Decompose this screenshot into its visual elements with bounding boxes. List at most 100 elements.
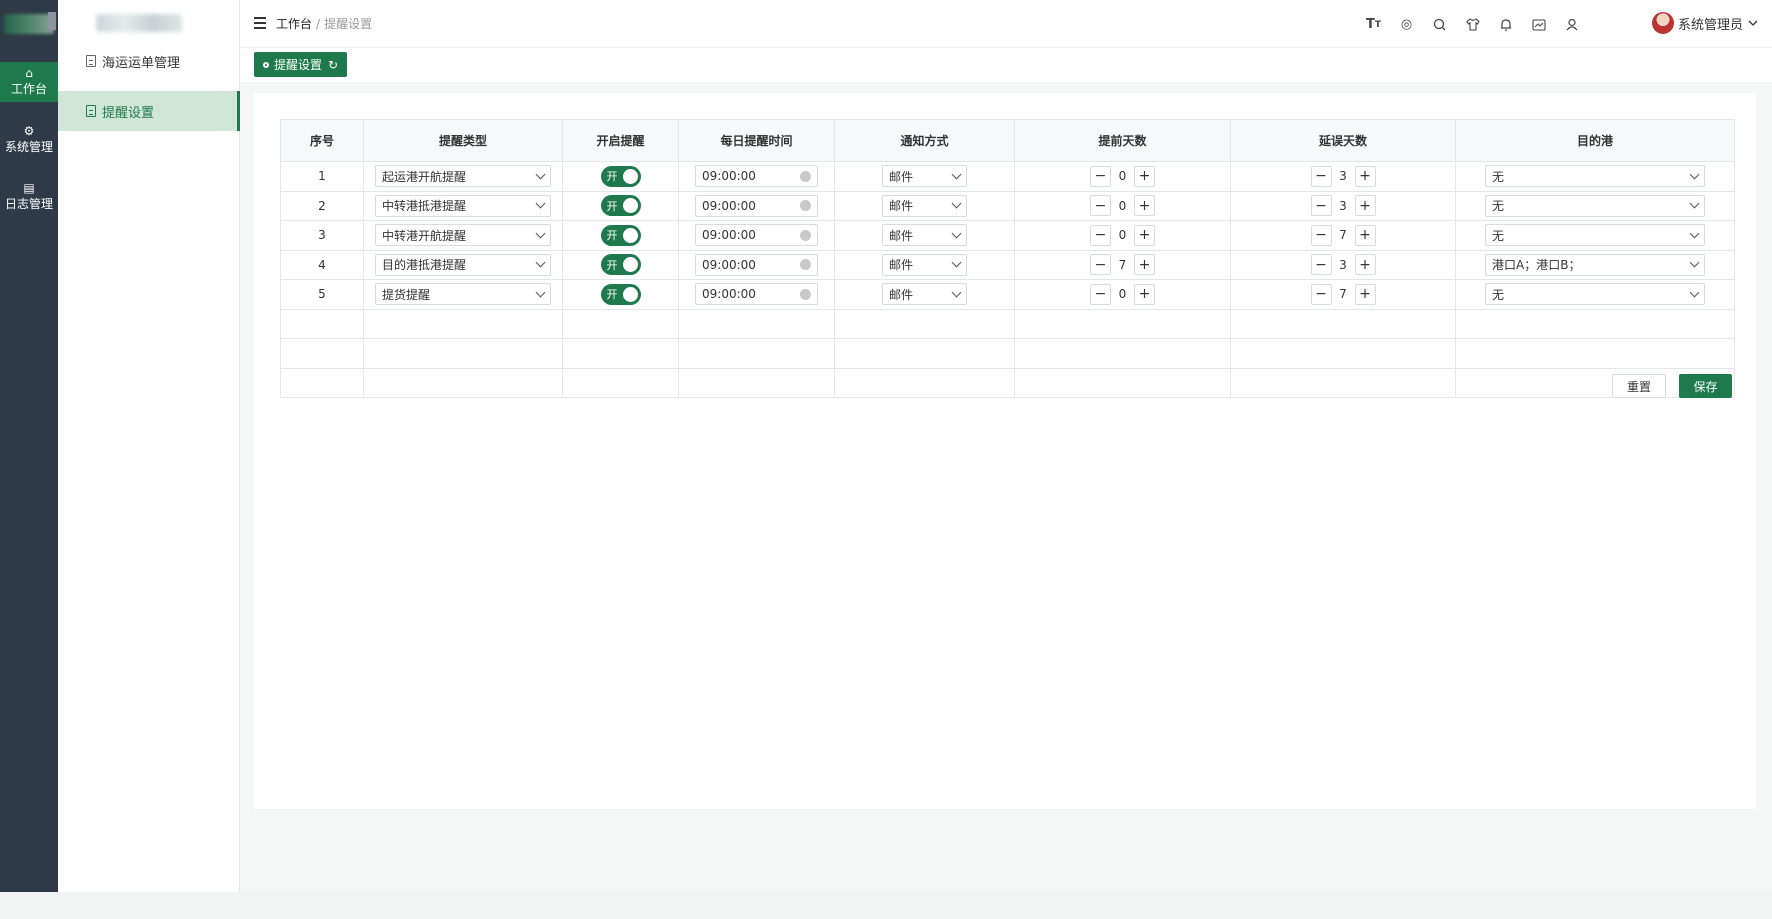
column-header: 每日提醒时间 xyxy=(678,119,835,162)
time-picker[interactable]: 09:00:00 xyxy=(695,283,818,306)
plus-button[interactable]: + xyxy=(1134,165,1155,187)
time-picker[interactable]: 09:00:00 xyxy=(695,194,818,217)
rail-item-system[interactable]: ⚙ 系统管理 xyxy=(0,120,58,160)
enable-toggle[interactable]: 开 xyxy=(600,254,641,276)
empty-cell xyxy=(280,367,364,398)
stepper-value[interactable]: 3 xyxy=(1332,258,1355,272)
minus-button[interactable]: − xyxy=(1090,165,1111,187)
refresh-icon[interactable]: ↻ xyxy=(328,58,338,72)
notify-method-select[interactable]: 邮件 xyxy=(882,194,967,217)
select-value: 邮件 xyxy=(889,199,914,214)
plus-button[interactable]: + xyxy=(1354,195,1376,217)
notify-method-select[interactable]: 邮件 xyxy=(882,224,967,247)
delay-cell: −3 + xyxy=(1230,190,1456,221)
destination-port-select[interactable]: 无 xyxy=(1485,283,1705,306)
destination-port-select[interactable]: 无 xyxy=(1485,165,1705,188)
user-menu[interactable]: 系统管理员 xyxy=(1651,12,1758,34)
minus-button[interactable]: − xyxy=(1090,224,1111,246)
chevron-down-icon xyxy=(951,228,962,239)
plus-button[interactable]: + xyxy=(1354,224,1376,246)
bell-icon[interactable] xyxy=(1495,14,1516,35)
stepper-value[interactable]: 3 xyxy=(1332,169,1355,183)
column-header: 通知方式 xyxy=(834,119,1015,162)
plus-button[interactable]: + xyxy=(1354,165,1376,187)
font-size-icon[interactable]: TT xyxy=(1363,14,1384,35)
minus-button[interactable]: − xyxy=(1310,195,1332,217)
stepper-value[interactable]: 0 xyxy=(1111,228,1134,242)
time-picker[interactable]: 09:00:00 xyxy=(695,253,818,276)
delay-days-stepper: −3 + xyxy=(1310,195,1376,217)
user-icon[interactable] xyxy=(1561,14,1582,35)
main-rail: ⌂ 工作台 ⚙ 系统管理 ▤ 日志管理 xyxy=(0,0,58,892)
destination-port-select[interactable]: 无 xyxy=(1485,224,1705,247)
enable-toggle[interactable]: 开 xyxy=(600,224,641,246)
save-button[interactable]: 保存 xyxy=(1679,374,1732,398)
minus-button[interactable]: − xyxy=(1310,224,1332,246)
select-value: 无 xyxy=(1492,228,1505,243)
minus-button[interactable]: − xyxy=(1090,254,1111,276)
shirt-icon[interactable] xyxy=(1462,14,1483,35)
enable-toggle[interactable]: 开 xyxy=(600,195,641,217)
stepper-value[interactable]: 0 xyxy=(1111,169,1134,183)
notify-method-select[interactable]: 邮件 xyxy=(882,253,967,276)
plus-button[interactable]: + xyxy=(1134,195,1155,217)
select-value: 邮件 xyxy=(889,258,914,273)
chevron-down-icon xyxy=(1689,169,1700,180)
chevron-down-icon xyxy=(535,228,546,239)
sidebar-item-bill-management[interactable]: 海运运单管理 xyxy=(58,41,240,81)
enable-toggle[interactable]: 开 xyxy=(600,283,641,305)
minus-button[interactable]: − xyxy=(1310,254,1332,276)
advance-days-stepper: −0 + xyxy=(1090,283,1155,305)
plus-button[interactable]: + xyxy=(1134,254,1155,276)
plus-button[interactable]: + xyxy=(1354,254,1376,276)
minus-button[interactable]: − xyxy=(1090,195,1111,217)
stepper-value[interactable]: 7 xyxy=(1111,258,1134,272)
stepper-value[interactable]: 0 xyxy=(1111,199,1134,213)
minus-button[interactable]: − xyxy=(1310,283,1332,305)
rail-item-workbench[interactable]: ⌂ 工作台 xyxy=(0,62,58,102)
target-icon[interactable]: ◎ xyxy=(1396,14,1417,35)
time-picker[interactable]: 09:00:00 xyxy=(695,165,818,188)
reminder-type-select[interactable]: 中转港抵港提醒 xyxy=(375,194,551,217)
chevron-down-icon xyxy=(1748,17,1758,30)
menu-toggle-icon[interactable] xyxy=(254,17,266,29)
notify-cell: 邮件 xyxy=(834,161,1015,192)
enable-toggle[interactable]: 开 xyxy=(600,165,641,187)
reminder-type-select[interactable]: 提货提醒 xyxy=(375,283,551,306)
notify-method-select[interactable]: 邮件 xyxy=(882,283,967,306)
plus-button[interactable]: + xyxy=(1134,224,1155,246)
reminder-type-cell: 中转港抵港提醒 xyxy=(363,190,563,221)
reminder-type-select[interactable]: 目的港抵港提醒 xyxy=(375,253,551,276)
destination-port-select[interactable]: 港口A；港口B； xyxy=(1485,253,1705,276)
enable-cell: 开 xyxy=(562,220,679,251)
stepper-value[interactable]: 3 xyxy=(1332,199,1355,213)
reminder-type-select[interactable]: 起运港开航提醒 xyxy=(375,165,551,188)
chevron-down-icon xyxy=(535,169,546,180)
time-picker[interactable]: 09:00:00 xyxy=(695,224,818,247)
reminder-type-select[interactable]: 中转港开航提醒 xyxy=(375,224,551,247)
toggle-label: 开 xyxy=(606,258,618,272)
stepper-value[interactable]: 0 xyxy=(1111,287,1134,301)
empty-cell xyxy=(1230,367,1456,398)
reset-button[interactable]: 重置 xyxy=(1612,374,1666,398)
plus-button[interactable]: + xyxy=(1134,283,1155,305)
stepper-value[interactable]: 7 xyxy=(1332,228,1355,242)
sidebar-item-reminder-settings[interactable]: 提醒设置 xyxy=(58,91,240,131)
empty-cell xyxy=(834,338,1015,369)
destination-port-select[interactable]: 无 xyxy=(1485,194,1705,217)
select-value: 起运港开航提醒 xyxy=(382,169,467,184)
search-icon[interactable] xyxy=(1429,14,1450,35)
plus-button[interactable]: + xyxy=(1354,283,1376,305)
rail-item-log[interactable]: ▤ 日志管理 xyxy=(0,177,58,217)
empty-cell xyxy=(678,338,835,369)
port-cell: 无 xyxy=(1455,190,1735,221)
breadcrumb-home[interactable]: 工作台 xyxy=(276,17,312,31)
tab-reminder-settings[interactable]: 提醒设置 ↻ xyxy=(254,52,348,77)
empty-cell xyxy=(363,367,563,398)
minus-button[interactable]: − xyxy=(1310,165,1332,187)
stepper-value[interactable]: 7 xyxy=(1332,287,1355,301)
chart-icon[interactable] xyxy=(1528,14,1549,35)
notify-method-select[interactable]: 邮件 xyxy=(882,165,967,188)
reminder-type-cell: 起运港开航提醒 xyxy=(363,161,563,192)
minus-button[interactable]: − xyxy=(1090,283,1111,305)
